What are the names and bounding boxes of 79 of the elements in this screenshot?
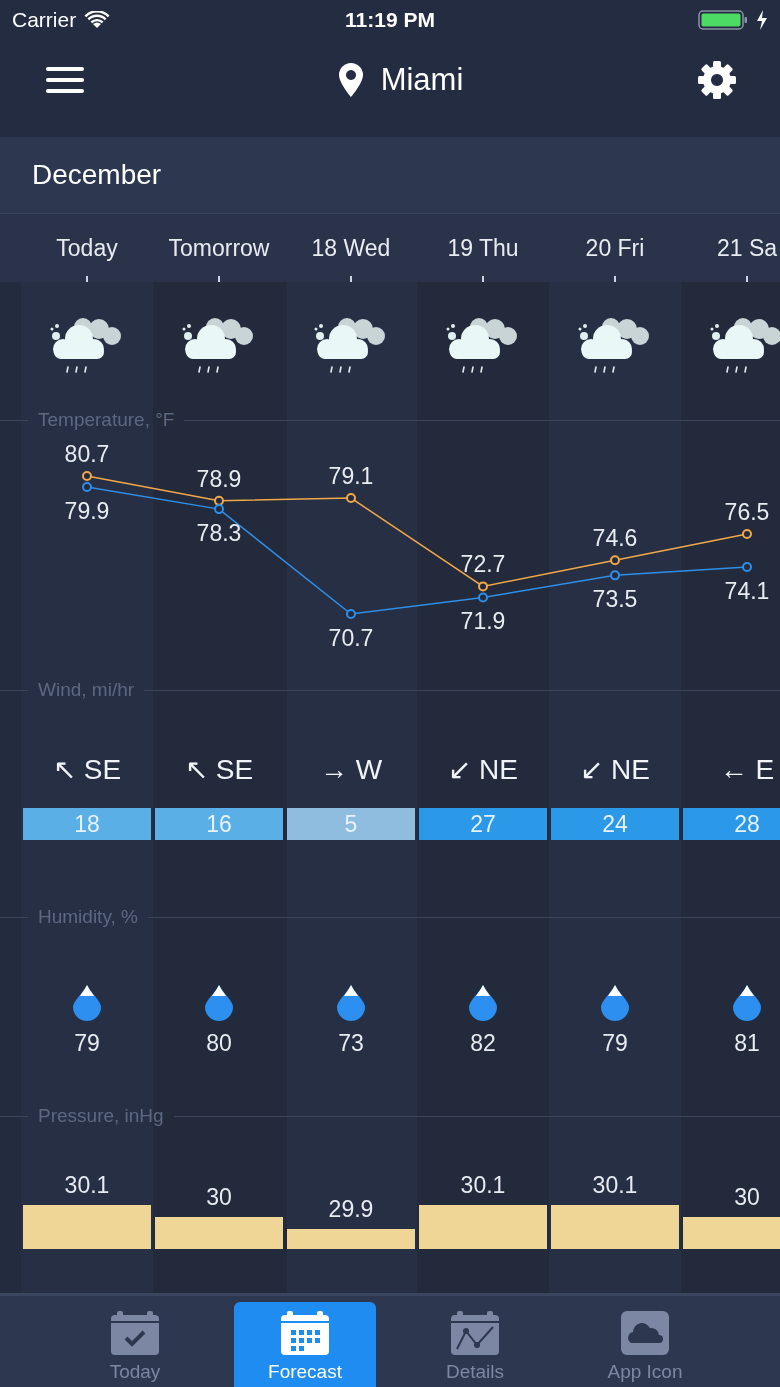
temperature-point — [82, 471, 92, 481]
humidity-value: 73 — [338, 1030, 364, 1057]
temperature-value: 70.7 — [328, 625, 374, 651]
rain-cloud-icon — [709, 317, 780, 375]
month-title: December — [32, 159, 162, 191]
pressure-value: 30.1 — [460, 1172, 506, 1198]
temperature-point — [214, 495, 224, 506]
wind-direction: ↖ SE — [184, 753, 254, 786]
status-time: 11:19 PM — [345, 8, 435, 32]
settings-button[interactable] — [698, 61, 736, 99]
temperature-value: 74.6 — [592, 525, 638, 552]
temperature-point — [82, 482, 92, 493]
calendar-icon — [279, 1309, 331, 1357]
temperature-point — [610, 570, 620, 581]
temperature-value: 71.9 — [460, 608, 506, 635]
day-label[interactable]: Today — [56, 235, 118, 262]
wifi-icon — [84, 11, 111, 29]
temperature-value: 79.9 — [64, 498, 110, 525]
water-drop-icon — [205, 985, 233, 1021]
wind-speed-bar: 28 — [683, 808, 780, 840]
section-label: Humidity, % — [38, 906, 138, 928]
humidity-value: 81 — [734, 1030, 760, 1057]
humidity-value: 79 — [74, 1030, 100, 1057]
temperature-point — [742, 528, 752, 539]
day-label[interactable]: 21 Sa — [716, 235, 778, 262]
water-drop-icon — [73, 985, 101, 1021]
temperature-point — [478, 592, 488, 603]
temperature-point — [478, 581, 488, 592]
pressure-value: 30 — [734, 1184, 760, 1210]
menu-button[interactable] — [46, 66, 84, 94]
temperature-value: 79.1 — [328, 463, 374, 490]
humidity-value: 79 — [602, 1030, 628, 1057]
temperature-point — [742, 562, 752, 573]
day-label[interactable]: 18 Wed — [311, 235, 391, 262]
line-chart-icon — [449, 1309, 501, 1357]
day-label[interactable]: 20 Fri — [585, 235, 645, 262]
wind-speed-bar: 18 — [23, 808, 151, 840]
wind-speed-bar: 27 — [419, 808, 547, 840]
wind-direction: → W — [319, 754, 383, 786]
temperature-value: 74.1 — [724, 578, 770, 605]
wind-direction: ← E — [719, 754, 775, 786]
humidity-value: 80 — [206, 1030, 232, 1057]
temperature-point — [346, 493, 356, 504]
temperature-point — [214, 504, 224, 515]
water-drop-icon — [337, 985, 365, 1021]
temperature-value: 72.7 — [460, 551, 506, 578]
location-pin-icon — [338, 63, 363, 97]
water-drop-icon — [733, 985, 761, 1021]
pressure-value: 30.1 — [64, 1172, 110, 1198]
pressure-value: 30 — [206, 1184, 232, 1210]
pressure-value: 29.9 — [328, 1196, 374, 1222]
carrier-name: Carrier — [12, 8, 77, 32]
temperature-value: 80.7 — [64, 441, 110, 467]
temperature-point — [346, 609, 356, 619]
calendar-check-icon — [109, 1309, 161, 1357]
wind-speed-bar: 24 — [551, 808, 679, 840]
water-drop-icon — [601, 985, 629, 1021]
wind-speed-bar: 5 — [287, 808, 415, 840]
water-drop-icon — [469, 985, 497, 1021]
wind-direction: ↖ SE — [52, 753, 122, 786]
cloud-icon — [619, 1309, 671, 1357]
day-label[interactable]: 19 Thu — [447, 235, 519, 262]
humidity-value: 82 — [470, 1030, 496, 1057]
pressure-value: 30.1 — [592, 1172, 638, 1198]
section-label: Pressure, inHg — [38, 1105, 164, 1127]
temperature-value: 73.5 — [592, 586, 638, 613]
day-label[interactable]: Tomorrow — [168, 235, 270, 262]
city-name[interactable]: Miami — [380, 62, 464, 98]
battery-icon — [698, 10, 748, 30]
temperature-value: 78.9 — [196, 465, 242, 492]
wind-direction: ↙ NE — [448, 753, 518, 786]
section-label: Wind, mi/hr — [38, 679, 135, 701]
wind-speed-bar: 16 — [155, 808, 283, 840]
temperature-point — [610, 555, 620, 566]
temperature-value: 76.5 — [724, 498, 770, 525]
section-label: Temperature, °F — [38, 409, 175, 431]
charging-bolt-icon — [756, 10, 768, 30]
temperature-value: 78.3 — [196, 520, 242, 547]
wind-direction: ↙ NE — [580, 753, 650, 786]
